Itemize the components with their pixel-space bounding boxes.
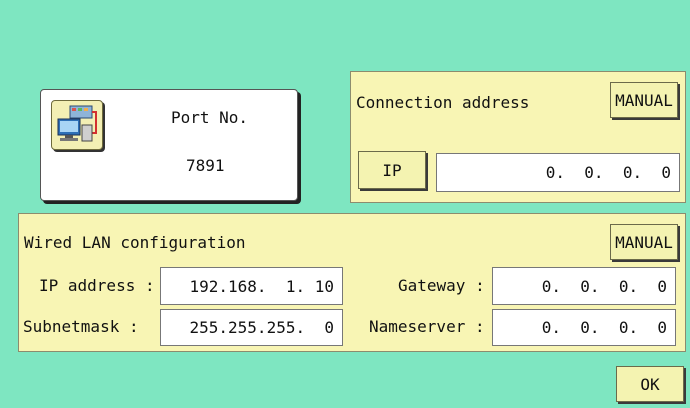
ok-button-label: OK [640, 374, 660, 394]
wired-manual-button[interactable]: MANUAL [610, 224, 678, 260]
port-card: Port No. 7891 [40, 89, 298, 201]
ip-address-label: IP address : [39, 276, 155, 295]
gateway-value: 0. 0. 0. 0 [541, 276, 667, 296]
gateway-label: Gateway : [398, 276, 485, 295]
connection-manual-button[interactable]: MANUAL [610, 82, 678, 118]
wired-lan-panel: Wired LAN configuration MANUAL IP addres… [18, 213, 686, 352]
nameserver-label: Nameserver : [369, 317, 485, 336]
subnetmask-label: Subnetmask : [23, 317, 139, 336]
subnetmask-field[interactable]: 255.255.255. 0 [160, 309, 343, 346]
connection-manual-label: MANUAL [615, 90, 673, 110]
connection-ip-field[interactable]: 0. 0. 0. 0 [436, 153, 680, 192]
connection-address-panel: Connection address MANUAL IP 0. 0. 0. 0 [350, 71, 686, 203]
port-number-label: Port No. [171, 108, 249, 127]
nameserver-field[interactable]: 0. 0. 0. 0 [492, 309, 676, 346]
port-number-value: 7891 [186, 156, 225, 175]
ok-button[interactable]: OK [616, 366, 684, 402]
ip-address-value: 192.168. 1. 10 [189, 276, 335, 296]
connection-ip-value: 0. 0. 0. 0 [545, 163, 671, 182]
wired-lan-title: Wired LAN configuration [24, 233, 246, 252]
ip-button-label: IP [382, 160, 402, 180]
ip-button[interactable]: IP [358, 151, 426, 189]
network-computer-icon[interactable] [51, 100, 103, 150]
wired-manual-label: MANUAL [615, 232, 673, 252]
connection-address-title: Connection address [356, 93, 530, 112]
subnetmask-value: 255.255.255. 0 [189, 318, 335, 337]
ip-address-field[interactable]: 192.168. 1. 10 [160, 267, 343, 305]
gateway-field[interactable]: 0. 0. 0. 0 [492, 267, 676, 305]
nameserver-value: 0. 0. 0. 0 [541, 318, 667, 337]
